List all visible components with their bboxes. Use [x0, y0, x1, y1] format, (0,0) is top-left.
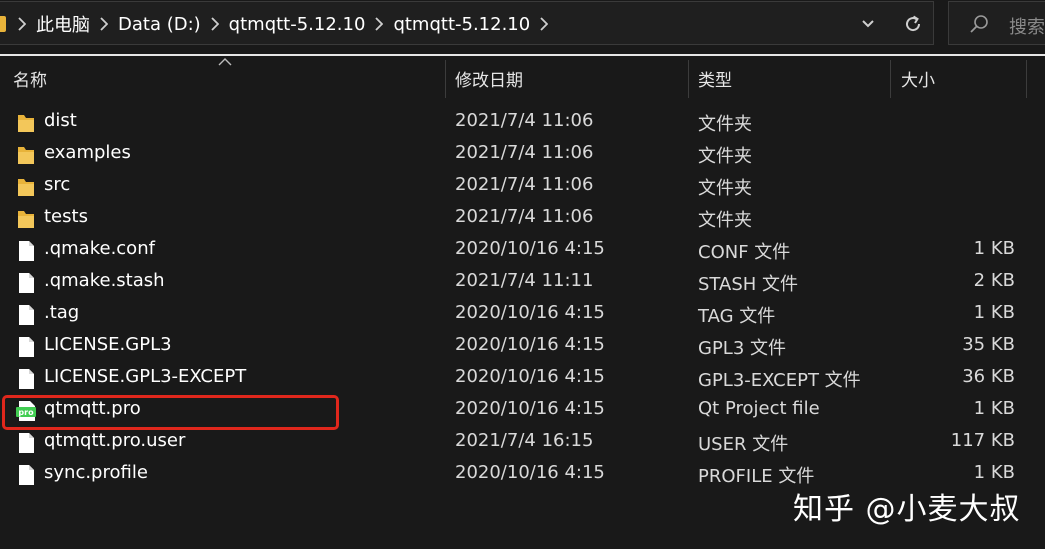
file-size: 1 KB — [973, 462, 1015, 483]
column-resize-handle[interactable] — [1026, 60, 1027, 98]
file-type: Qt Project file — [698, 398, 820, 419]
file-name: src — [44, 174, 71, 195]
column-resize-handle[interactable] — [688, 60, 689, 98]
file-type: 文件夹 — [698, 146, 752, 167]
column-header-name[interactable]: 名称 — [13, 66, 47, 91]
refresh-button[interactable] — [893, 2, 933, 46]
chevron-right-icon[interactable] — [207, 17, 223, 31]
address-dropdown-button[interactable] — [852, 2, 884, 46]
breadcrumb-item[interactable]: qtmqtt-5.12.10 — [387, 14, 536, 35]
file-date: 2021/7/4 11:06 — [455, 142, 594, 163]
file-icon — [16, 432, 36, 454]
folder-icon — [16, 144, 36, 166]
file-row[interactable]: LICENSE.GPL3-EXCEPT 2020/10/16 4:15 GPL3-E… — [0, 362, 1045, 394]
file-size: 1 KB — [973, 398, 1015, 419]
folder-icon — [16, 112, 36, 134]
highlight-box — [2, 395, 339, 430]
sort-ascending-icon — [218, 58, 232, 66]
search-placeholder: 搜索 — [1009, 17, 1045, 38]
file-row[interactable]: LICENSE.GPL3 2020/10/16 4:15 GPL3 文件 35 KB — [0, 330, 1045, 362]
file-size: 2 KB — [973, 270, 1015, 291]
file-icon — [16, 336, 36, 358]
file-row[interactable]: .tag 2020/10/16 4:15 TAG 文件 1 KB — [0, 298, 1045, 330]
file-date: 2020/10/16 4:15 — [455, 302, 605, 323]
address-bar: 此电脑 Data (D:) qtmqtt-5.12.10 qtmqtt-5.12.10… — [0, 0, 1045, 54]
watermark: 知乎 @小麦大叔 — [793, 492, 1021, 527]
file-list: dist 2021/7/4 11:06 文件夹 examples 2021/7/4 11… — [0, 106, 1045, 490]
file-row[interactable]: .qmake.conf 2020/10/16 4:15 CONF 文件 1 KB — [0, 234, 1045, 266]
chevron-right-icon[interactable] — [96, 17, 112, 31]
breadcrumb-item[interactable]: 此电脑 — [30, 11, 96, 37]
file-row[interactable]: tests 2021/7/4 11:06 文件夹 — [0, 202, 1045, 234]
file-size: 36 KB — [962, 366, 1015, 387]
file-name: qtmqtt.pro.user — [44, 430, 186, 451]
file-date: 2020/10/16 4:15 — [455, 238, 605, 259]
file-type: GPL3-EXCEPT 文件 — [698, 370, 861, 391]
chevron-right-icon[interactable] — [371, 17, 387, 31]
file-name: .qmake.stash — [44, 270, 165, 291]
file-date: 2021/7/4 11:06 — [455, 206, 594, 227]
breadcrumb-trail: 此电脑 Data (D:) qtmqtt-5.12.10 qtmqtt-5.12.10 — [14, 2, 552, 46]
file-size: 1 KB — [973, 238, 1015, 259]
search-input[interactable]: 搜索 — [948, 1, 1045, 45]
chevron-right-icon[interactable] — [536, 17, 552, 31]
column-header-date[interactable]: 修改日期 — [455, 66, 523, 91]
search-icon — [970, 15, 988, 33]
file-date: 2021/7/4 11:06 — [455, 110, 594, 131]
breadcrumb-item[interactable]: Data (D:) — [112, 14, 207, 35]
column-header-size[interactable]: 大小 — [901, 66, 935, 91]
file-row[interactable]: qtmqtt.pro.user 2021/7/4 16:15 USER 文件 117 … — [0, 426, 1045, 458]
column-resize-handle[interactable] — [445, 60, 446, 98]
chevron-right-icon[interactable] — [14, 17, 30, 31]
file-name: examples — [44, 142, 131, 163]
refresh-icon — [906, 15, 921, 32]
column-header-type[interactable]: 类型 — [698, 66, 732, 91]
file-type: USER 文件 — [698, 434, 789, 455]
column-resize-handle[interactable] — [890, 60, 891, 98]
breadcrumb[interactable]: 此电脑 Data (D:) qtmqtt-5.12.10 qtmqtt-5.12.10 — [0, 1, 934, 45]
file-name: tests — [44, 206, 88, 227]
file-row[interactable]: .qmake.stash 2021/7/4 11:11 STASH 文件 2 KB — [0, 266, 1045, 298]
file-icon — [16, 240, 36, 262]
file-date: 2020/10/16 4:15 — [455, 398, 605, 419]
file-type: 文件夹 — [698, 210, 752, 231]
file-type: GPL3 文件 — [698, 338, 787, 359]
file-date: 2020/10/16 4:15 — [455, 462, 605, 483]
file-icon — [16, 272, 36, 294]
file-name: LICENSE.GPL3-EXCEPT — [44, 366, 247, 387]
chevron-down-icon — [862, 20, 874, 28]
folder-icon — [0, 16, 6, 32]
breadcrumb-item[interactable]: qtmqtt-5.12.10 — [223, 14, 372, 35]
file-date: 2021/7/4 11:06 — [455, 174, 594, 195]
file-size: 1 KB — [973, 302, 1015, 323]
file-name: LICENSE.GPL3 — [44, 334, 172, 355]
file-name: dist — [44, 110, 77, 131]
file-row[interactable]: examples 2021/7/4 11:06 文件夹 — [0, 138, 1045, 170]
file-date: 2020/10/16 4:15 — [455, 366, 605, 387]
file-row[interactable]: src 2021/7/4 11:06 文件夹 — [0, 170, 1045, 202]
file-icon — [16, 464, 36, 486]
file-date: 2021/7/4 11:11 — [455, 270, 594, 291]
file-type: 文件夹 — [698, 114, 752, 135]
file-name: sync.profile — [44, 462, 148, 483]
file-icon — [16, 368, 36, 390]
file-name: .qmake.conf — [44, 238, 155, 259]
folder-icon — [16, 208, 36, 230]
file-size: 117 KB — [950, 430, 1015, 451]
folder-icon — [16, 176, 36, 198]
file-date: 2021/7/4 16:15 — [455, 430, 594, 451]
column-header-row: 名称 修改日期 类型 大小 — [0, 56, 1045, 98]
file-type: STASH 文件 — [698, 274, 799, 295]
file-name: .tag — [44, 302, 80, 323]
file-date: 2020/10/16 4:15 — [455, 334, 605, 355]
file-type: 文件夹 — [698, 178, 752, 199]
file-size: 35 KB — [962, 334, 1015, 355]
file-type: TAG 文件 — [698, 306, 776, 327]
file-icon — [16, 304, 36, 326]
file-type: CONF 文件 — [698, 242, 791, 263]
file-row[interactable]: dist 2021/7/4 11:06 文件夹 — [0, 106, 1045, 138]
